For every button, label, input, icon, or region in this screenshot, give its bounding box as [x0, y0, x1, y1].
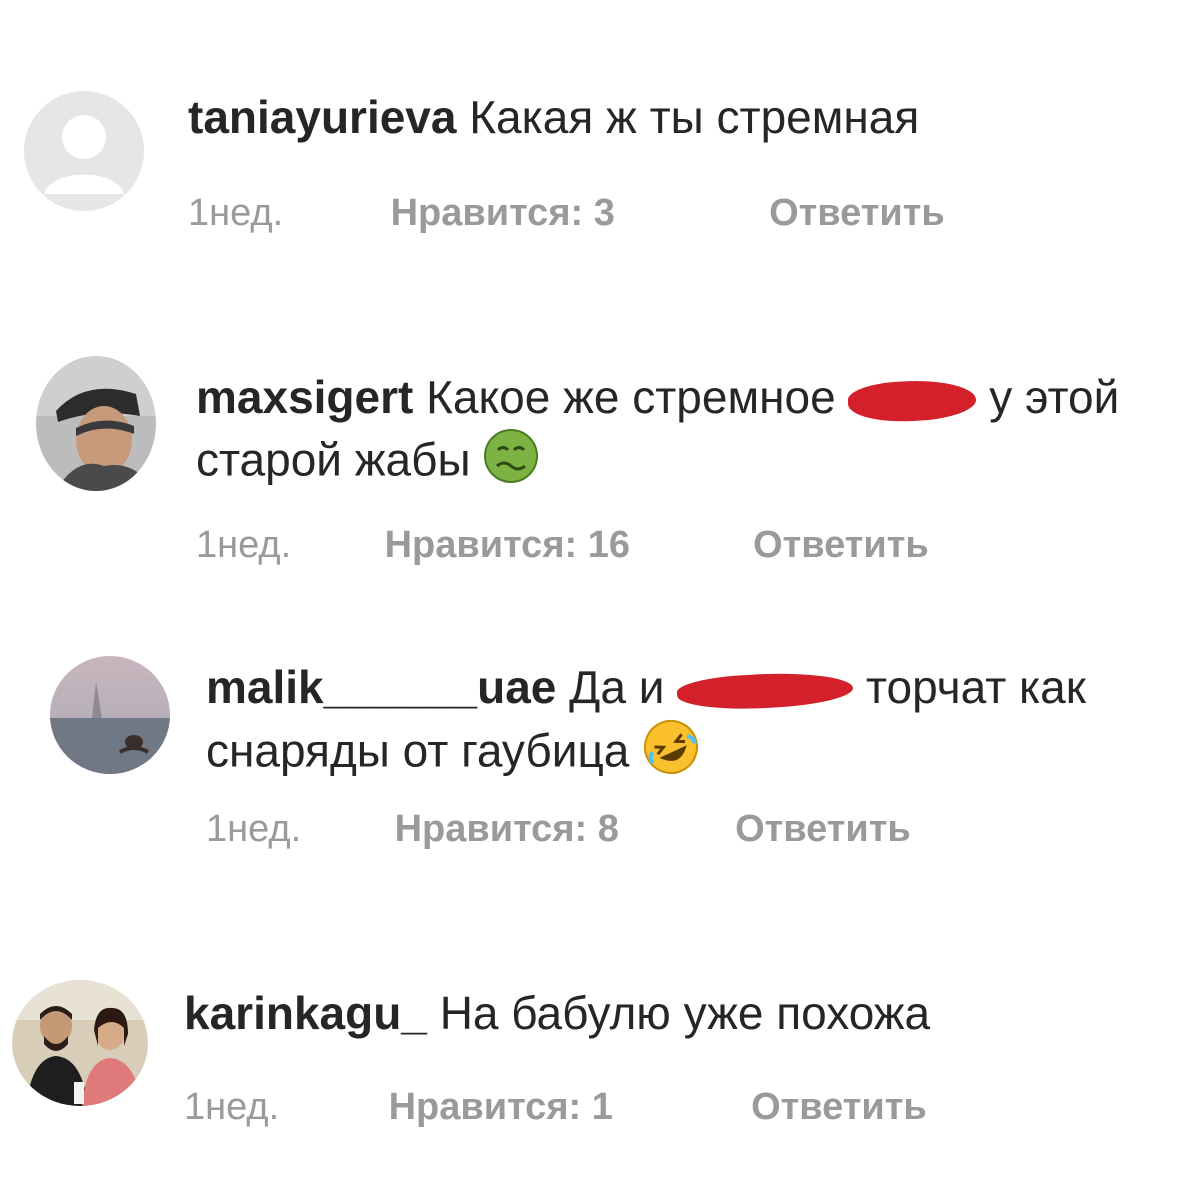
nauseated-face-icon — [483, 428, 539, 499]
comment-text: Какая ж ты стремная — [469, 91, 920, 143]
comment-body: maxsigert Какое же стремное у этой старо… — [196, 366, 1146, 499]
reply-button[interactable]: Ответить — [769, 192, 945, 235]
comment-meta: 1нед. Нравится: 8 Ответить — [206, 808, 911, 851]
reply-button[interactable]: Ответить — [753, 524, 929, 567]
like-count-button[interactable]: Нравится: 1 — [389, 1086, 741, 1129]
reply-button[interactable]: Ответить — [735, 808, 911, 851]
comment-text: Какое же стремное — [426, 371, 836, 423]
comment-body: taniayurieva Какая ж ты стремная — [188, 86, 1168, 148]
comment-time: 1нед. — [196, 524, 292, 566]
like-count-button[interactable]: Нравится: 8 — [395, 808, 725, 851]
comment-body: karinkagu_ На бабулю уже похожа — [184, 982, 1174, 1044]
avatar[interactable] — [36, 356, 156, 491]
comment-text: На бабулю уже похожа — [439, 987, 931, 1039]
like-count-button[interactable]: Нравится: 3 — [391, 192, 759, 235]
comment-username[interactable]: malik______uae — [206, 661, 556, 713]
reply-button[interactable]: Ответить — [751, 1086, 927, 1129]
avatar[interactable] — [50, 656, 170, 774]
comment-meta: 1нед. Нравится: 1 Ответить — [184, 1086, 927, 1129]
comment-time: 1нед. — [184, 1086, 280, 1128]
rofl-face-icon — [642, 718, 700, 791]
avatar[interactable] — [12, 980, 148, 1106]
default-avatar-icon[interactable] — [22, 82, 146, 220]
comment-meta: 1нед. Нравится: 3 Ответить — [188, 192, 945, 235]
comment-time: 1нед. — [206, 808, 302, 850]
redaction-mark — [847, 377, 978, 425]
comment-username[interactable]: karinkagu_ — [184, 987, 427, 1039]
redaction-mark — [676, 669, 854, 713]
comment-username[interactable]: maxsigert — [196, 371, 413, 423]
like-count-button[interactable]: Нравится: 16 — [385, 524, 743, 567]
comment-body: malik______uae Да и торчат как снаряды о… — [206, 656, 1186, 791]
comment-username[interactable]: taniayurieva — [188, 91, 456, 143]
comment-text: Да и — [569, 661, 665, 713]
comment-meta: 1нед. Нравится: 16 Ответить — [196, 524, 929, 567]
comment-time: 1нед. — [188, 192, 284, 234]
